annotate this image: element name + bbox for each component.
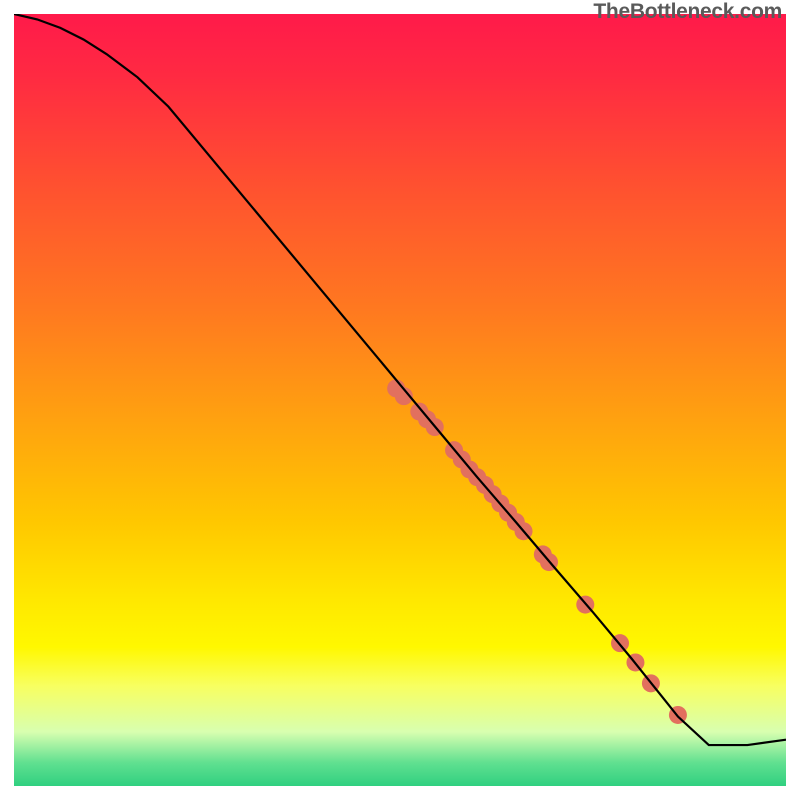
curve-line <box>14 14 786 745</box>
chart-container: TheBottleneck.com <box>0 0 800 800</box>
plot-area <box>14 14 786 786</box>
chart-overlay <box>14 14 786 786</box>
watermark-text: TheBottleneck.com <box>593 0 782 24</box>
